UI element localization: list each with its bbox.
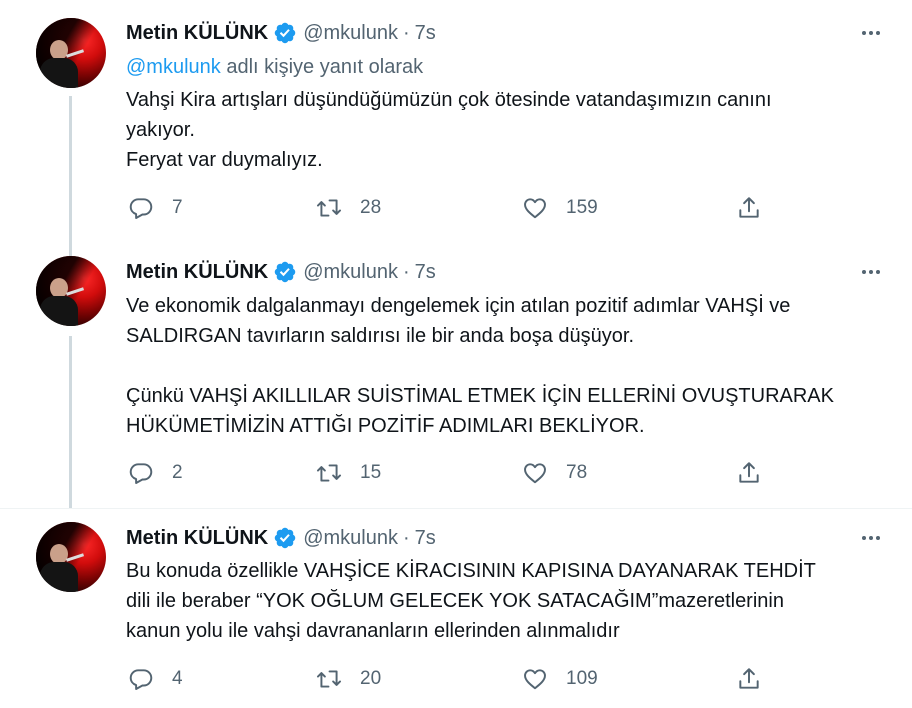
tweet[interactable]: Metin KÜLÜNK @mkulunk · 7s Bu konuda öze… xyxy=(0,509,912,708)
avatar[interactable] xyxy=(36,18,106,88)
header-separator: · xyxy=(403,260,410,283)
like-count: 109 xyxy=(566,668,598,689)
tweet-actions: 7 28 159 xyxy=(126,193,786,223)
author-handle[interactable]: @mkulunk xyxy=(303,22,398,45)
tweet-text-line: Feryat var duymalıyız. xyxy=(126,149,323,171)
heart-icon xyxy=(520,193,550,223)
reply-icon xyxy=(126,193,156,223)
tweet[interactable]: Metin KÜLÜNK @mkulunk · 7s Ve ekonomik d… xyxy=(0,246,912,509)
heart-icon xyxy=(520,458,550,488)
reply-icon xyxy=(126,458,156,488)
reply-mention-link[interactable]: @mkulunk xyxy=(126,56,221,78)
retweet-button[interactable]: 15 xyxy=(314,458,381,488)
reply-count: 4 xyxy=(172,668,183,689)
share-button[interactable] xyxy=(734,664,764,694)
like-count: 159 xyxy=(566,197,598,218)
tweet-text: Bu konuda özellikle VAHŞİCE KİRACISININ … xyxy=(126,556,886,646)
retweet-icon xyxy=(314,664,344,694)
replying-to-label: @mkulunk adlı kişiye yanıt olarak xyxy=(126,56,423,79)
retweet-button[interactable]: 28 xyxy=(314,193,381,223)
like-button[interactable]: 159 xyxy=(520,193,598,223)
tweet-timestamp[interactable]: 7s xyxy=(415,261,436,284)
verified-badge-icon xyxy=(273,21,297,45)
reply-to-suffix: adlı kişiye yanıt olarak xyxy=(220,56,424,78)
reply-button[interactable]: 2 xyxy=(126,458,183,488)
share-button[interactable] xyxy=(734,458,764,488)
tweet-text: Ve ekonomik dalgalanmayı dengelemek için… xyxy=(126,291,886,441)
reply-count: 7 xyxy=(172,197,183,218)
tweet-text-line: HÜKÜMETİMİZİN ATTIĞI POZİTİF ADIMLARI BE… xyxy=(126,415,645,437)
more-options-icon[interactable] xyxy=(858,525,884,551)
author-name[interactable]: Metin KÜLÜNK xyxy=(126,527,268,550)
tweet-text-line: dili ile beraber “YOK OĞLUM GELECEK YOK … xyxy=(126,590,784,612)
share-button[interactable] xyxy=(734,193,764,223)
avatar[interactable] xyxy=(36,522,106,592)
tweet-text: Vahşi Kira artışları düşündüğümüzün çok … xyxy=(126,85,886,175)
tweet-timestamp[interactable]: 7s xyxy=(415,22,436,45)
tweet-text-line: SALDIRGAN tavırların saldırısı ile bir a… xyxy=(126,325,635,347)
tweet-text-line: Çünkü VAHŞİ AKILLILAR SUİSTİMAL ETMEK İÇ… xyxy=(126,385,834,407)
retweet-count: 20 xyxy=(360,668,382,689)
reply-count: 2 xyxy=(172,462,183,483)
verified-badge-icon xyxy=(273,260,297,284)
verified-badge-icon xyxy=(273,526,297,550)
retweet-icon xyxy=(314,193,344,223)
like-button[interactable]: 78 xyxy=(520,458,587,488)
tweet-actions: 4 20 109 xyxy=(126,664,786,694)
retweet-count: 28 xyxy=(360,197,382,218)
retweet-count: 15 xyxy=(360,462,382,483)
heart-icon xyxy=(520,664,550,694)
tweet-timestamp[interactable]: 7s xyxy=(415,527,436,550)
reply-button[interactable]: 4 xyxy=(126,664,183,694)
more-options-icon[interactable] xyxy=(858,20,884,46)
author-name[interactable]: Metin KÜLÜNK xyxy=(126,261,268,284)
share-icon xyxy=(734,193,764,223)
tweet-actions: 2 15 78 xyxy=(126,458,786,488)
tweet-text-line: Bu konuda özellikle VAHŞİCE KİRACISININ … xyxy=(126,560,816,582)
tweet-text-line: Ve ekonomik dalgalanmayı dengelemek için… xyxy=(126,295,791,317)
tweet-thread: Metin KÜLÜNK @mkulunk · 7s @mkulunk adlı… xyxy=(0,0,912,708)
avatar[interactable] xyxy=(36,256,106,326)
tweet-header: Metin KÜLÜNK @mkulunk · 7s xyxy=(126,525,436,551)
author-handle[interactable]: @mkulunk xyxy=(303,527,398,550)
reply-button[interactable]: 7 xyxy=(126,193,183,223)
like-button[interactable]: 109 xyxy=(520,664,598,694)
retweet-button[interactable]: 20 xyxy=(314,664,381,694)
tweet-header: Metin KÜLÜNK @mkulunk · 7s xyxy=(126,20,436,46)
author-handle[interactable]: @mkulunk xyxy=(303,261,398,284)
tweet-text-line: yakıyor. xyxy=(126,119,195,141)
tweet-text-line: kanun yolu ile vahşi davrananların eller… xyxy=(126,620,620,642)
share-icon xyxy=(734,664,764,694)
more-options-icon[interactable] xyxy=(858,259,884,285)
tweet-text-line: Vahşi Kira artışları düşündüğümüzün çok … xyxy=(126,89,772,111)
author-name[interactable]: Metin KÜLÜNK xyxy=(126,22,268,45)
share-icon xyxy=(734,458,764,488)
tweet[interactable]: Metin KÜLÜNK @mkulunk · 7s @mkulunk adlı… xyxy=(0,0,912,246)
reply-icon xyxy=(126,664,156,694)
header-separator: · xyxy=(403,526,410,549)
header-separator: · xyxy=(403,21,410,44)
tweet-header: Metin KÜLÜNK @mkulunk · 7s xyxy=(126,259,436,285)
retweet-icon xyxy=(314,458,344,488)
like-count: 78 xyxy=(566,462,588,483)
